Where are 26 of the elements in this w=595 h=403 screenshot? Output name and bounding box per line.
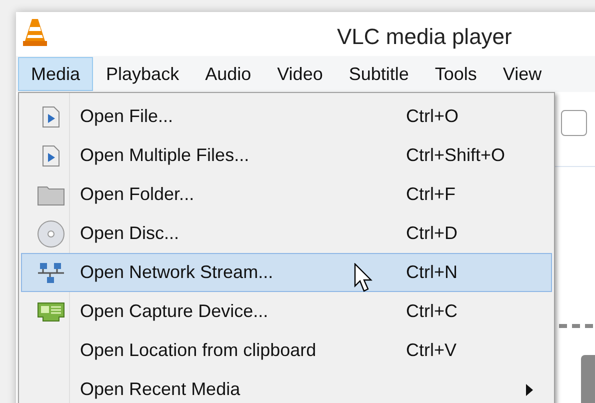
network-icon [37,262,65,284]
menu-item[interactable]: Video [264,57,336,91]
window-title: VLC media player [337,23,512,51]
disc-icon [37,220,65,248]
menu-item[interactable]: Tools [422,57,490,91]
menu-option[interactable]: Open Disc... Ctrl+D [21,214,552,253]
menu-option[interactable]: Open Multiple Files... Ctrl+Shift+O [21,136,552,175]
file-icon [42,144,60,166]
list-button[interactable] [561,110,587,136]
menu-option[interactable]: Open File... Ctrl+O [21,97,552,136]
folder-icon [37,184,65,206]
menu-option[interactable]: Open Network Stream... Ctrl+N [21,253,552,292]
menu-option[interactable]: Open Recent Media [21,370,552,403]
capture-card-icon [37,300,65,322]
menu-option[interactable]: Open Location from clipboard Ctrl+V [21,331,552,370]
menu-item[interactable]: Subtitle [336,57,422,91]
file-icon [42,106,60,128]
menu-option[interactable]: Open Folder... Ctrl+F [21,175,552,214]
menu-item[interactable]: View [490,57,555,91]
submenu-arrow-icon [526,384,533,396]
menu-item[interactable]: Audio [192,57,264,91]
menu-item[interactable]: Playback [93,57,192,91]
cone-icon [23,17,47,47]
menu-item[interactable]: Media [18,57,94,91]
cursor-icon [354,263,374,293]
menu-option[interactable]: Open Capture Device... Ctrl+C [21,292,552,331]
